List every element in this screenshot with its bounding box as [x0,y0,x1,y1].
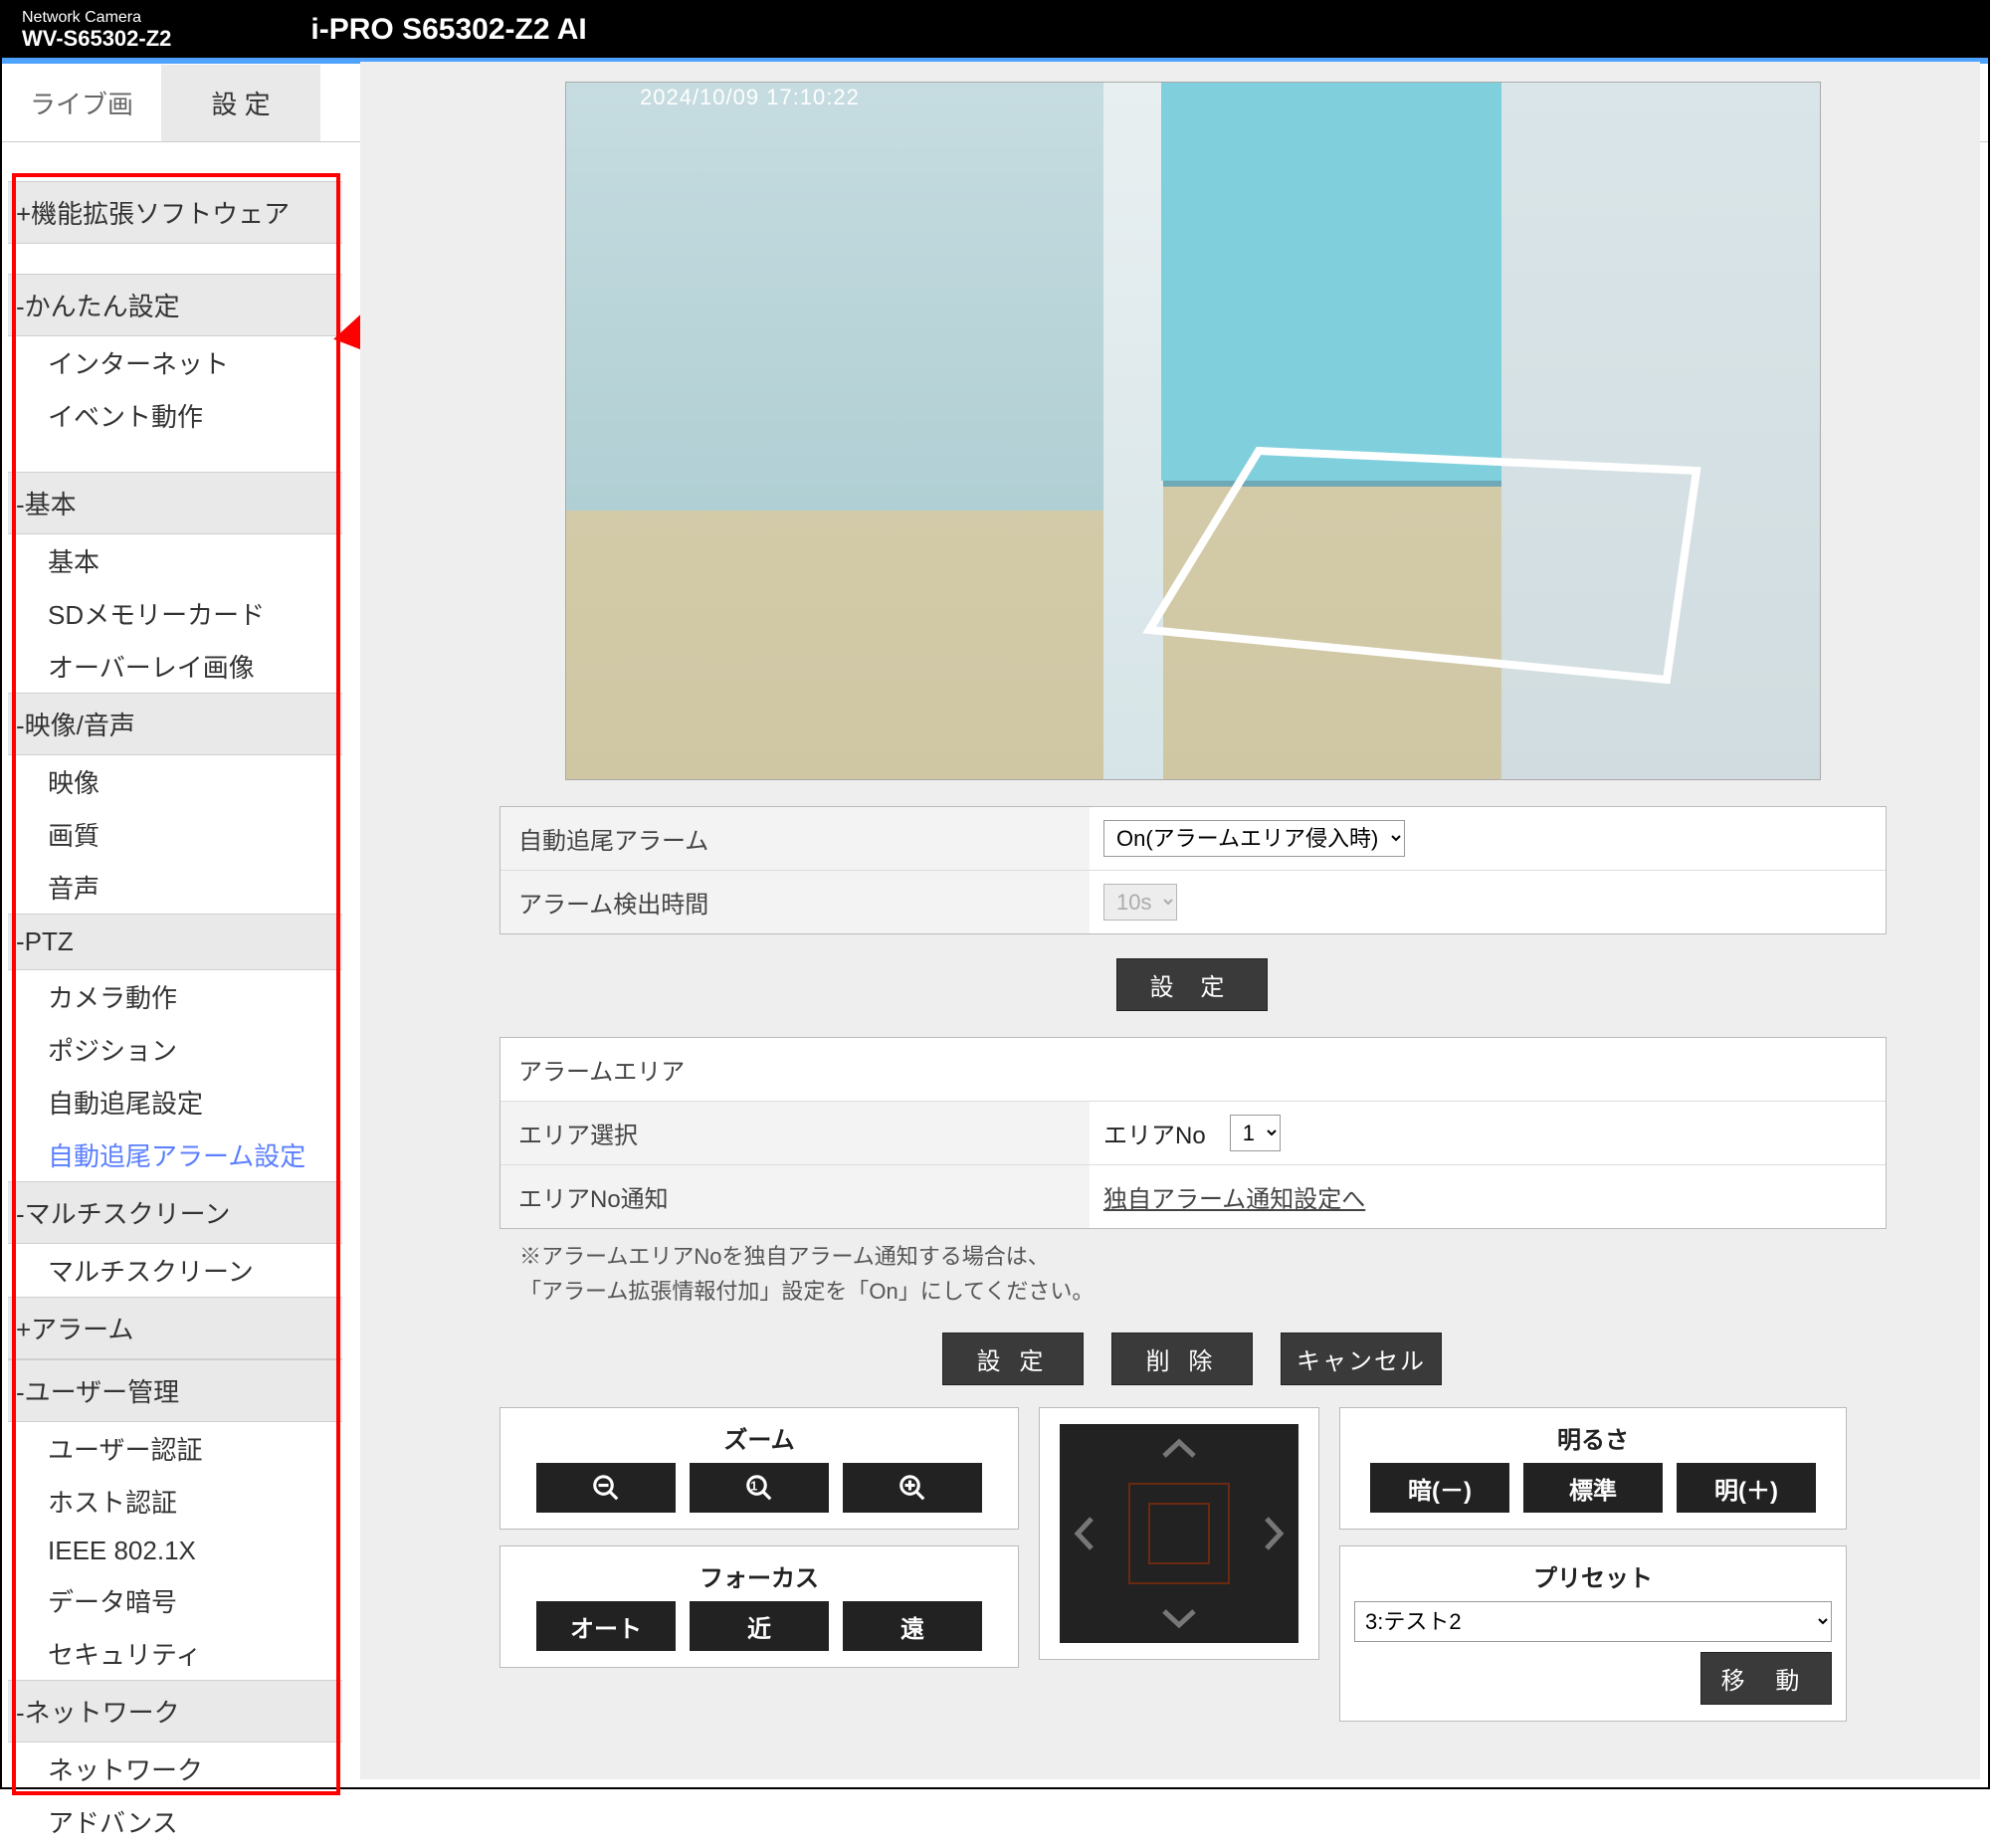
sidebar-av[interactable]: -映像/音声 [8,693,342,755]
tab-live[interactable]: ライブ画 [2,65,161,141]
sidebar-multi[interactable]: -マルチスクリーン [8,1181,342,1244]
header-model: WV-S65302-Z2 [22,28,171,50]
sidebar-encrypt[interactable]: データ暗号 [8,1574,342,1627]
panel-focus: フォーカス オート 近 遠 [499,1545,1019,1668]
sidebar-user-auth[interactable]: ユーザー認証 [8,1422,342,1475]
tab-settings[interactable]: 設 定 [161,65,320,141]
sidebar-quality[interactable]: 画質 [8,808,342,861]
header-alarm-area: アラームエリア [500,1038,1090,1101]
panel-preset: プリセット 3:テスト2 移 動 [1339,1545,1847,1722]
sidebar-sdcard[interactable]: SDメモリーカード [8,587,342,640]
panel-brightness: 明るさ 暗(－) 標準 明(＋) [1339,1407,1847,1530]
table-autotrack-alarm: 自動追尾アラーム On(アラームエリア侵入時) アラーム検出時間 10s [499,806,1887,934]
label-autotrack-alarm: 自動追尾アラーム [500,807,1090,870]
button-set-1[interactable]: 設 定 [1116,958,1268,1011]
button-brighter[interactable]: 明(＋) [1677,1463,1816,1513]
sidebar-basic[interactable]: -基本 [8,472,342,534]
button-zoom-reset[interactable]: 1 [690,1463,829,1513]
sidebar-advance[interactable]: アドバンス [8,1795,342,1848]
button-standard[interactable]: 標準 [1523,1463,1663,1513]
title-brightness: 明るさ [1354,1420,1832,1455]
select-preset[interactable]: 3:テスト2 [1354,1601,1832,1642]
control-panels: ズーム 1 フォーカス オート 近 [499,1407,1968,1722]
sidebar-video[interactable]: 映像 [8,755,342,808]
label-area-no: エリアNo [1103,1116,1206,1150]
sidebar-8021x[interactable]: IEEE 802.1X [8,1528,342,1574]
sidebar-autotrack-alarm[interactable]: 自動追尾アラーム設定 [8,1129,342,1181]
note-line1: ※アラームエリアNoを独自アラーム通知する場合は、 [519,1239,1968,1274]
button-focus-auto[interactable]: オート [536,1601,676,1651]
alarm-area-outline-icon [1129,441,1726,700]
sidebar-security[interactable]: セキュリティ [8,1627,342,1680]
live-preview[interactable]: 2024/10/09 17:10:22 [565,82,1821,780]
button-zoom-in[interactable] [843,1463,982,1513]
sidebar-position[interactable]: ポジション [8,1023,342,1076]
sidebar-internet[interactable]: インターネット [8,336,342,389]
button-set-2[interactable]: 設 定 [942,1333,1084,1385]
title-focus: フォーカス [514,1558,1004,1593]
svg-text:1: 1 [750,1480,757,1494]
sidebar-autotrack[interactable]: 自動追尾設定 [8,1076,342,1129]
table-alarm-area: アラームエリア エリア選択 エリアNo 1 エリアNo通知 独自アラーム通知設定… [499,1037,1887,1229]
select-autotrack-alarm[interactable]: On(アラームエリア侵入時) [1103,820,1405,857]
button-darker[interactable]: 暗(－) [1370,1463,1509,1513]
sidebar: +機能拡張ソフトウェア -かんたん設定 インターネット イベント動作 -基本 基… [8,141,342,1848]
sidebar-ptz[interactable]: -PTZ [8,914,342,970]
link-alarm-notify-settings[interactable]: 独自アラーム通知設定へ [1103,1179,1365,1214]
header-title: i-PRO S65302-Z2 AI [310,13,586,47]
sidebar-multi-sub[interactable]: マルチスクリーン [8,1244,342,1297]
select-alarm-detect-time: 10s [1103,884,1177,921]
sidebar-overlay[interactable]: オーバーレイ画像 [8,640,342,693]
sidebar-alarm[interactable]: +アラーム [8,1297,342,1359]
sidebar-audio[interactable]: 音声 [8,861,342,914]
sidebar-network-sub[interactable]: ネットワーク [8,1743,342,1795]
button-preset-move[interactable]: 移 動 [1700,1652,1832,1705]
app-header: Network Camera WV-S65302-Z2 i-PRO S65302… [2,2,1988,58]
button-zoom-out[interactable] [536,1463,676,1513]
label-alarm-detect-time: アラーム検出時間 [500,871,1090,933]
header-subtitle: Network Camera [22,10,171,26]
live-timestamp: 2024/10/09 17:10:22 [640,85,860,110]
label-area-no-notify: エリアNo通知 [500,1165,1090,1228]
sidebar-event[interactable]: イベント動作 [8,389,342,442]
button-cancel[interactable]: キャンセル [1281,1333,1442,1385]
title-zoom: ズーム [514,1420,1004,1455]
sidebar-user[interactable]: -ユーザー管理 [8,1359,342,1422]
button-focus-near[interactable]: 近 [690,1601,829,1651]
sidebar-camera-move[interactable]: カメラ動作 [8,970,342,1023]
panel-zoom: ズーム 1 [499,1407,1019,1530]
sidebar-ext-sw[interactable]: +機能拡張ソフトウェア [8,181,342,244]
select-area-no[interactable]: 1 [1230,1115,1281,1151]
ptz-joystick[interactable] [1039,1407,1319,1660]
note-line2: 「アラーム拡張情報付加」設定を「On」にしてください。 [519,1274,1968,1309]
main-content: 2024/10/09 17:10:22 自動追尾アラーム On(アラームエリア侵… [360,62,1980,1779]
sidebar-basic-sub[interactable]: 基本 [8,534,342,587]
button-delete[interactable]: 削 除 [1111,1333,1253,1385]
label-area-select: エリア選択 [500,1102,1090,1164]
sidebar-host-auth[interactable]: ホスト認証 [8,1475,342,1528]
button-focus-far[interactable]: 遠 [843,1601,982,1651]
title-preset: プリセット [1354,1558,1832,1593]
sidebar-easy[interactable]: -かんたん設定 [8,274,342,336]
sidebar-network[interactable]: -ネットワーク [8,1680,342,1743]
